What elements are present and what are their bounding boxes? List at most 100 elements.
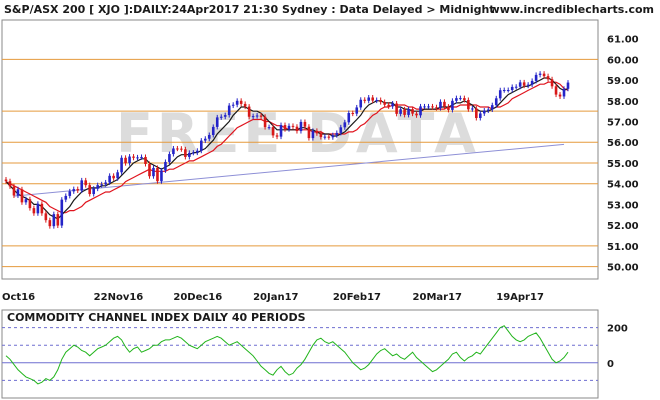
candle-body: [144, 156, 147, 165]
candle-body: [371, 97, 374, 101]
candle-body: [530, 80, 534, 85]
candle-body: [160, 170, 163, 182]
candle-body: [431, 106, 434, 108]
candle-body: [435, 107, 438, 109]
candle-body: [339, 127, 343, 133]
candle-body: [467, 99, 470, 110]
candle-body: [32, 208, 36, 214]
candle-body: [108, 175, 111, 183]
candle-body: [447, 106, 450, 110]
candle-body: [335, 132, 339, 136]
x-tick-label: 20Mar17: [413, 292, 463, 303]
candle-body: [172, 148, 175, 155]
candle-body: [359, 99, 363, 108]
candle-body: [534, 74, 538, 81]
chart-title: S&P/ASX 200 [ XJO ]:DAILY:24Apr2017 21:3…: [4, 3, 495, 16]
candle-body: [343, 122, 347, 128]
candle-body: [36, 203, 40, 214]
candle-body: [120, 157, 123, 173]
candle-body: [56, 214, 60, 226]
candle-body: [211, 126, 215, 135]
candle-body: [439, 101, 442, 109]
y-tick-label: 58.00: [607, 97, 639, 108]
candle-body: [92, 188, 95, 195]
candle-body: [72, 189, 76, 192]
y-tick-label: 59.00: [607, 76, 639, 87]
candle-body: [415, 113, 418, 116]
candle-body: [44, 213, 48, 221]
candle-body: [8, 181, 12, 187]
candle-body: [207, 134, 211, 139]
candle-body: [164, 161, 167, 171]
candle-body: [180, 148, 183, 150]
candle-body: [299, 121, 303, 132]
candle-body: [28, 199, 32, 209]
candle-body: [80, 180, 84, 191]
x-tick-label: 20Dec16: [173, 292, 222, 303]
candle-body: [327, 136, 331, 138]
candle-body: [411, 109, 414, 114]
candle-body: [403, 109, 406, 115]
candle-body: [243, 103, 247, 107]
x-tick-label: Oct16: [2, 292, 35, 303]
candle-body: [104, 182, 107, 185]
candle-body: [387, 104, 390, 107]
candle-body: [562, 88, 566, 97]
candle-body: [323, 136, 327, 138]
candle-body: [287, 125, 291, 130]
candle-body: [550, 79, 554, 87]
y-tick-label: 57.00: [607, 118, 639, 129]
candle-body: [315, 130, 319, 134]
cci-tick-label: 200: [607, 324, 628, 335]
x-tick-label: 19Apr17: [496, 292, 544, 303]
candle-body: [514, 86, 518, 88]
candle-body: [200, 140, 203, 151]
candle-body: [554, 86, 558, 95]
y-tick-label: 54.00: [607, 180, 639, 191]
date-axis-labels: Oct16 22Nov16 20Dec16 20Jan17 20Feb17 20Mar17…: [2, 292, 544, 303]
candle-body: [84, 180, 88, 186]
candle-body: [88, 185, 92, 195]
cci-tick-label: 0: [607, 359, 614, 370]
candle-body: [347, 113, 351, 123]
candle-body: [526, 84, 530, 86]
candle-body: [60, 199, 64, 226]
candle-body: [538, 73, 542, 75]
x-tick-label: 20Jan17: [253, 292, 298, 303]
candle-body: [140, 156, 143, 158]
price-y-axis-labels: 61.00 60.00 59.00 58.00 57.00 56.00 55.00 54.00…: [607, 35, 639, 274]
candle-body: [494, 98, 498, 106]
candle-body: [188, 152, 191, 157]
candle-body: [132, 156, 135, 158]
candle-body: [235, 100, 239, 105]
candle-body: [168, 154, 171, 162]
candle-body: [307, 126, 311, 139]
candle-body: [40, 203, 44, 214]
candle-body: [419, 106, 422, 116]
y-tick-label: 60.00: [607, 55, 639, 66]
candle-body: [184, 149, 187, 157]
candle-body: [319, 133, 323, 138]
candle-body: [128, 156, 131, 164]
candle-body: [196, 150, 199, 153]
candle-body: [227, 105, 231, 116]
candle-body: [482, 110, 486, 114]
candle-body: [395, 103, 398, 114]
candle-body: [303, 121, 307, 127]
candle-body: [455, 98, 458, 101]
candle-body: [490, 105, 494, 110]
candle-body: [502, 90, 506, 92]
candle-body: [231, 104, 235, 106]
candle-body: [498, 90, 502, 99]
candle-body: [518, 82, 522, 87]
candle-body: [100, 184, 103, 186]
candle-body: [4, 179, 8, 182]
candle-body: [68, 191, 72, 196]
y-tick-label: 61.00: [607, 35, 639, 46]
candle-body: [451, 100, 454, 110]
candle-body: [522, 82, 526, 86]
candle-body: [459, 98, 462, 100]
candle-body: [148, 164, 151, 177]
candle-body: [463, 98, 466, 100]
candle-body: [311, 130, 315, 139]
